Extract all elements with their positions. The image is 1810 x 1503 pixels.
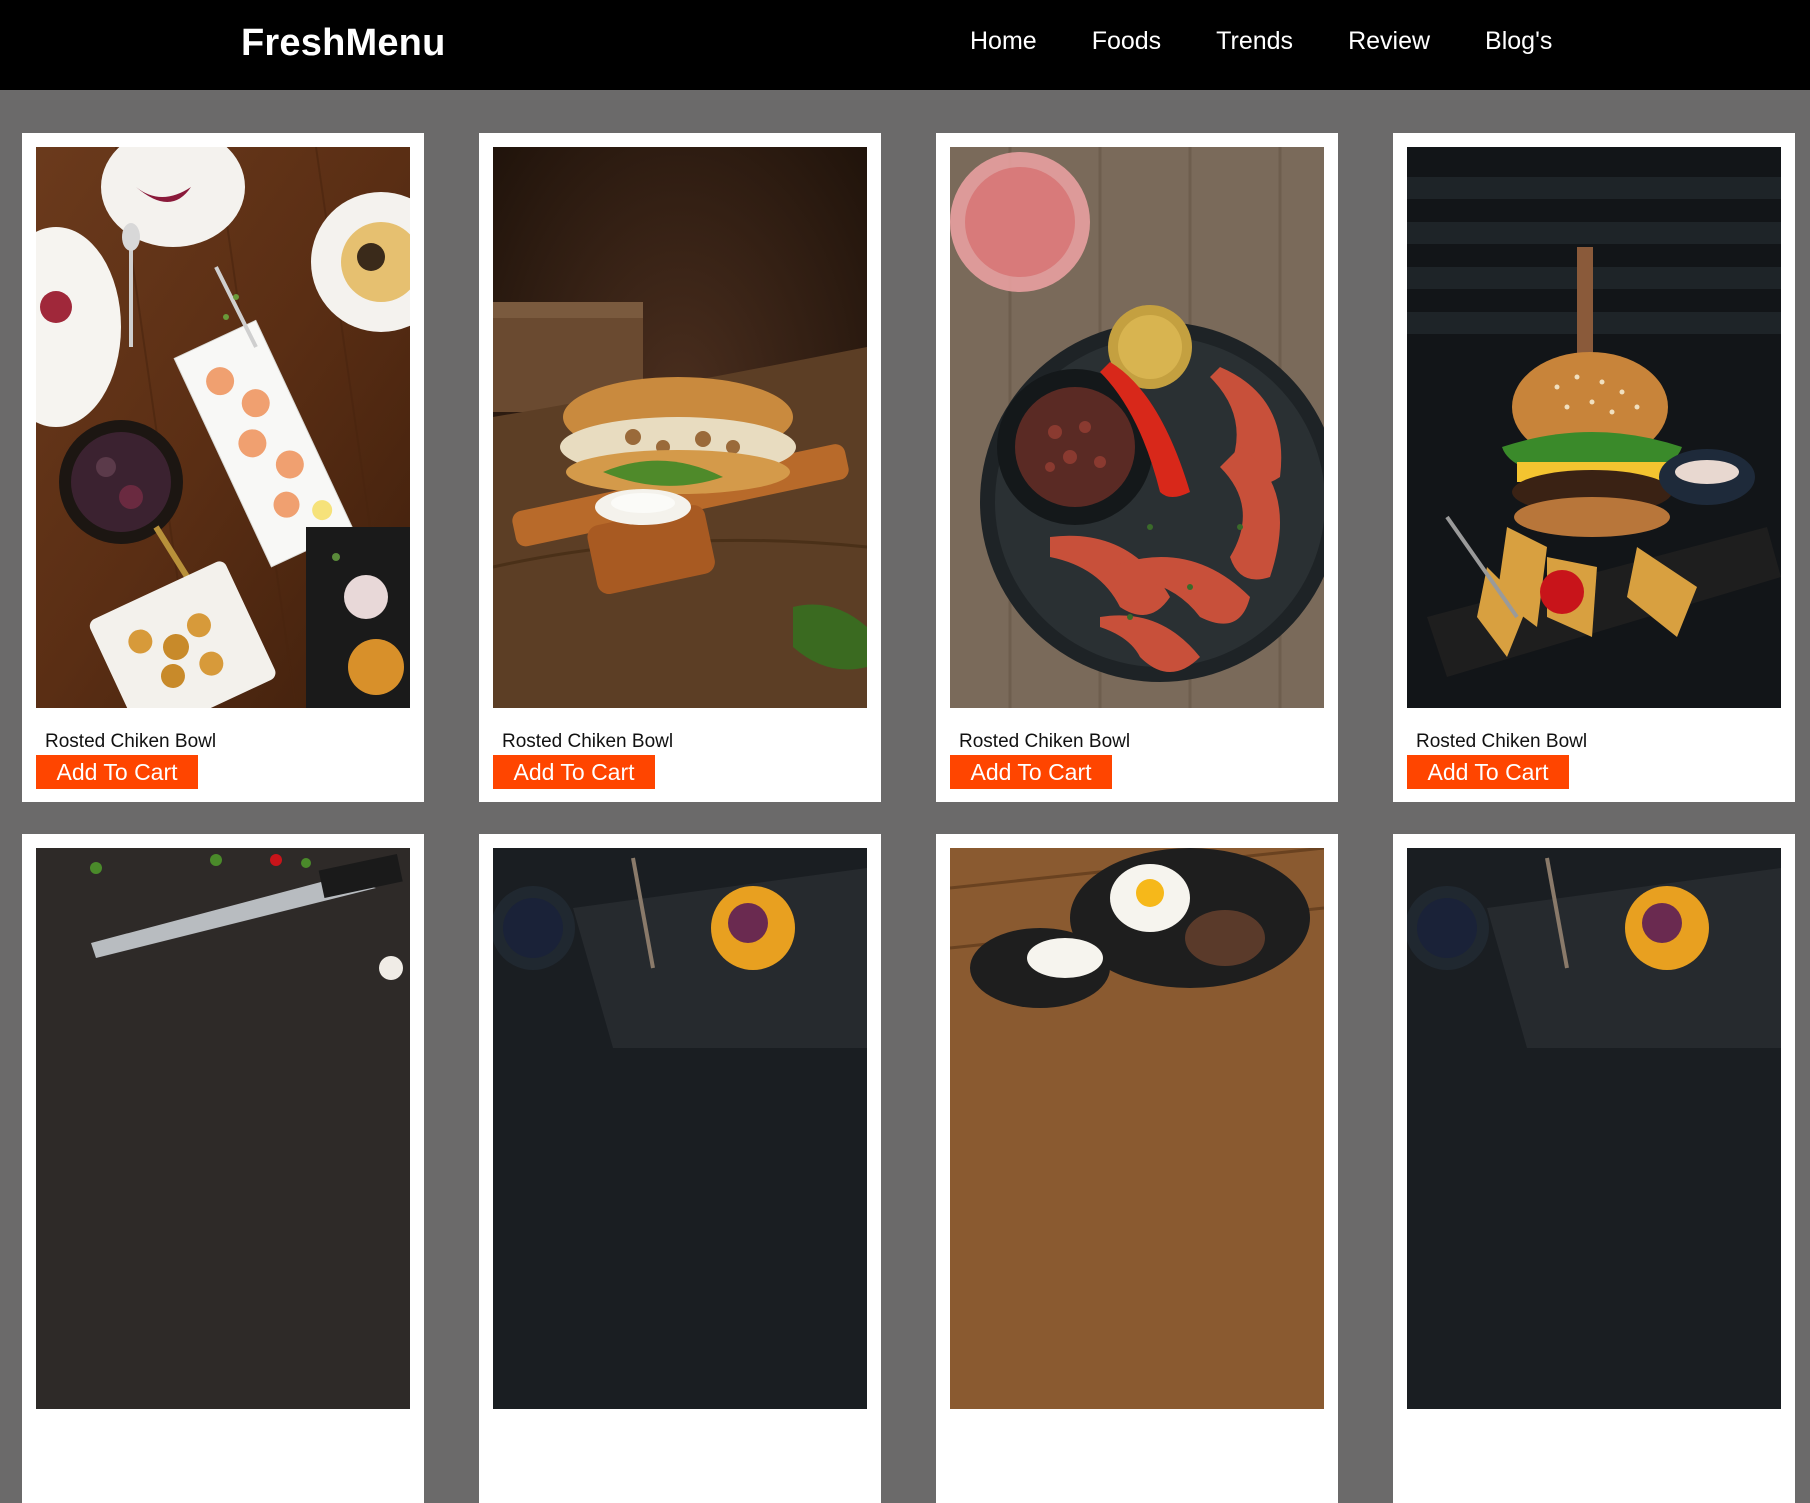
product-name: Rosted Chiken Bowl (959, 731, 1131, 752)
add-to-cart-button[interactable]: Add To Cart (36, 755, 198, 789)
product-name: Rosted Chiken Bowl (502, 731, 674, 752)
product-card: Rosted Chiken Bowl Add To Cart (1393, 133, 1795, 802)
add-to-cart-button[interactable]: Add To Cart (1407, 755, 1569, 789)
food-photo-egg-skillet[interactable] (950, 848, 1324, 1409)
food-photo-burger[interactable] (1407, 147, 1781, 708)
product-card (22, 834, 424, 1503)
food-photo-graphic (36, 147, 410, 708)
product-card: Rosted Chiken Bowl Add To Cart (479, 133, 881, 802)
product-card: Rosted Chiken Bowl Add To Cart (22, 133, 424, 802)
product-card: Rosted Chiken Bowl Add To Cart (936, 133, 1338, 802)
food-photo-graphic (1407, 147, 1781, 708)
food-photo-knife[interactable] (36, 848, 410, 1409)
food-photo-graphic (950, 147, 1324, 708)
food-photo-sandwich[interactable] (493, 147, 867, 708)
food-photo-graphic (1407, 848, 1781, 1409)
food-photo-shrimp-plate[interactable] (950, 147, 1324, 708)
product-card (479, 834, 881, 1503)
food-photo-smoothie-tray[interactable] (1407, 848, 1781, 1409)
food-photo-smoothie-tray[interactable] (493, 848, 867, 1409)
food-photo-graphic (493, 147, 867, 708)
product-card (936, 834, 1338, 1503)
product-name: Rosted Chiken Bowl (45, 731, 217, 752)
food-photo-graphic (950, 848, 1324, 1409)
add-to-cart-button[interactable]: Add To Cart (950, 755, 1112, 789)
food-photo-graphic (36, 848, 410, 1409)
food-photo-table-spread[interactable] (36, 147, 410, 708)
add-to-cart-button[interactable]: Add To Cart (493, 755, 655, 789)
product-card (1393, 834, 1795, 1503)
product-name: Rosted Chiken Bowl (1416, 731, 1588, 752)
product-grid: Rosted Chiken Bowl Add To Cart Rosted Ch… (0, 0, 1810, 1503)
food-photo-graphic (493, 848, 867, 1409)
